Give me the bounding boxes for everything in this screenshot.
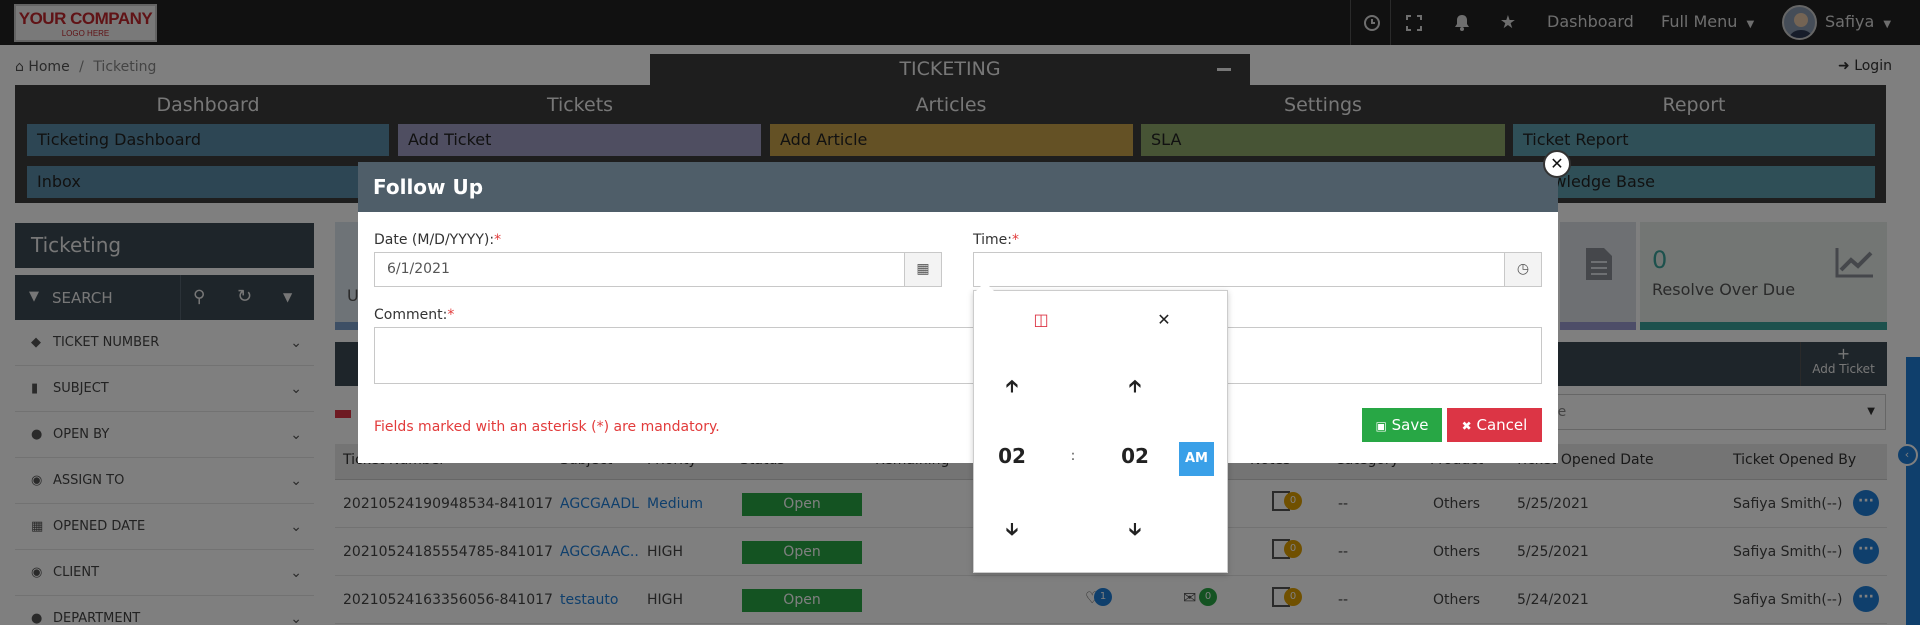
cancel-label: Cancel [1476, 416, 1528, 434]
close-icon: ✖ [1461, 419, 1472, 433]
save-button[interactable]: ▣ Save [1362, 408, 1442, 442]
comment-label: Comment:* [374, 307, 454, 323]
modal-title: Follow Up [358, 162, 1558, 212]
clock-icon[interactable]: ◷ [1504, 252, 1542, 287]
meridiem-toggle[interactable]: AM [1179, 442, 1214, 476]
date-label-text: Date (M/D/YYYY): [374, 232, 495, 248]
comment-textarea[interactable] [374, 327, 1542, 384]
hour-up-icon[interactable]: 🡱 [992, 374, 1032, 404]
minute-up-icon[interactable]: 🡱 [1115, 374, 1155, 404]
comment-label-text: Comment: [374, 307, 448, 323]
date-input[interactable]: 6/1/2021 [374, 252, 905, 287]
calendar-icon[interactable]: ▦ [904, 252, 942, 287]
time-label-text: Time: [973, 232, 1012, 248]
required-mark: * [1011, 232, 1019, 248]
mandatory-note: Fields marked with an asterisk (*) are m… [374, 419, 720, 435]
cancel-button[interactable]: ✖ Cancel [1447, 408, 1542, 442]
minute-down-icon[interactable]: 🡳 [1115, 517, 1155, 547]
save-label: Save [1391, 416, 1429, 434]
required-mark: * [447, 307, 455, 323]
popup-caret [976, 282, 994, 291]
hour-value[interactable]: 02 [992, 444, 1032, 468]
close-icon[interactable]: ✕ [1144, 310, 1184, 329]
time-input[interactable] [973, 252, 1505, 287]
hour-down-icon[interactable]: 🡳 [992, 517, 1032, 547]
floppy-icon: ▣ [1375, 419, 1387, 433]
trash-icon[interactable]: ◫ [1021, 310, 1061, 329]
date-label: Date (M/D/YYYY):* [374, 232, 501, 248]
minute-value[interactable]: 02 [1115, 444, 1155, 468]
required-mark: * [494, 232, 502, 248]
time-label: Time:* [973, 232, 1019, 248]
time-separator: : [1070, 448, 1076, 464]
close-icon[interactable]: ✕ [1543, 150, 1571, 178]
